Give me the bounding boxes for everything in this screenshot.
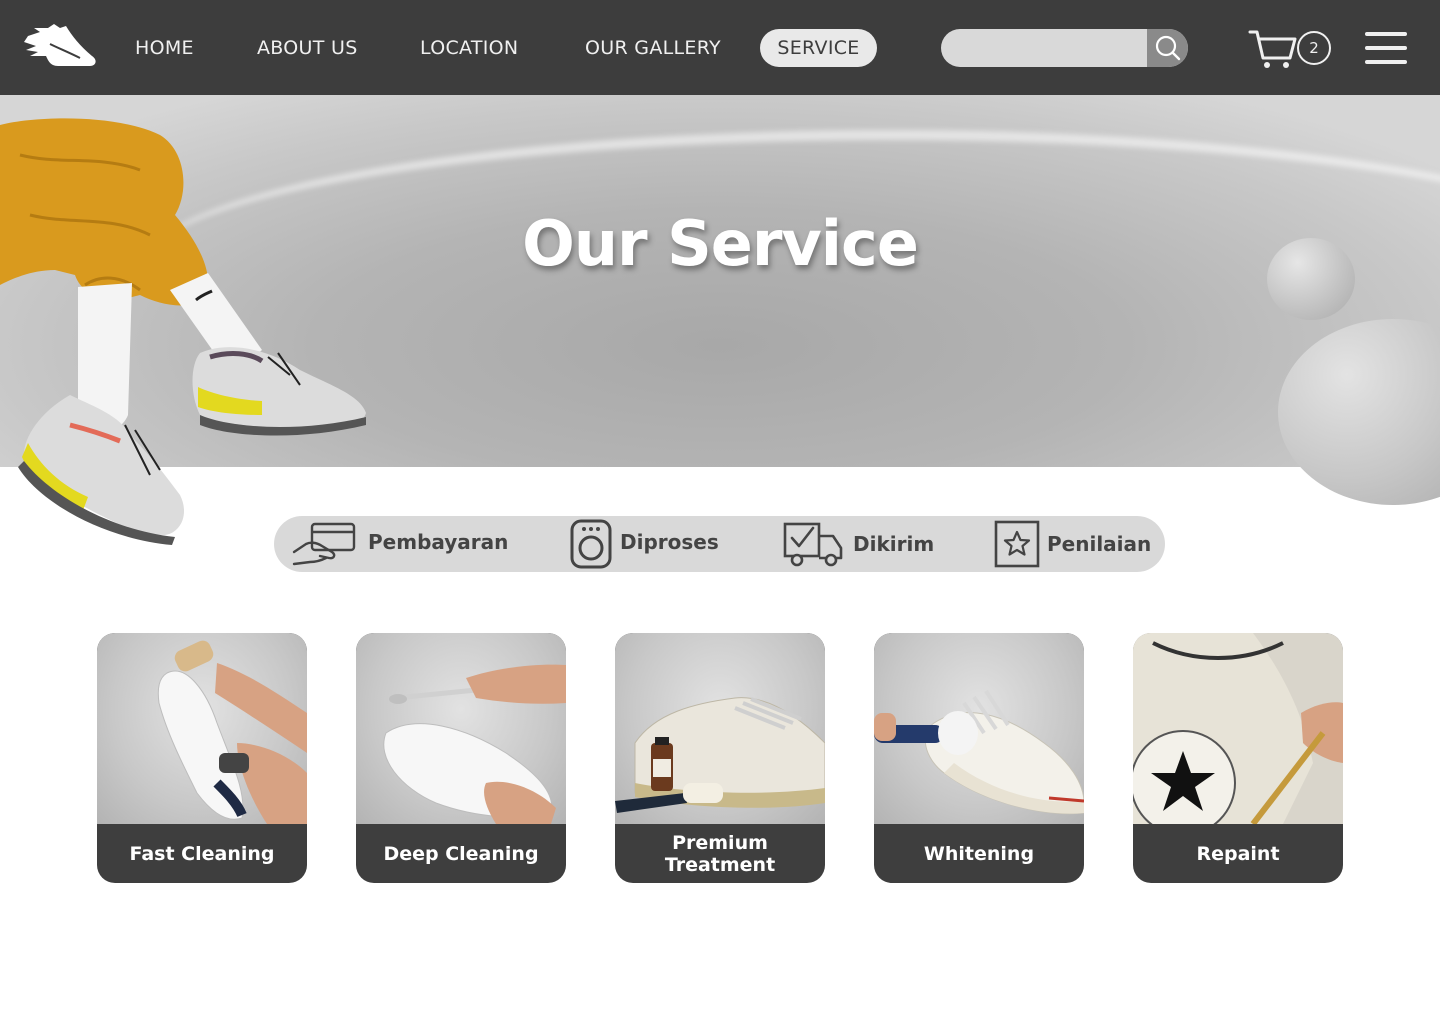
hero-sneaker-legs-image <box>0 118 366 545</box>
service-label: Whitening <box>923 842 1035 865</box>
service-card-premium-treatment[interactable]: Premium Treatment <box>615 633 825 883</box>
brand-logo[interactable] <box>24 22 98 70</box>
menu-line-icon <box>1365 46 1407 50</box>
service-card-repaint[interactable]: Repaint <box>1133 633 1343 883</box>
step-label-diproses: Diproses <box>620 530 719 554</box>
service-card-whitening[interactable]: Whitening <box>874 633 1084 883</box>
shopping-cart-icon[interactable] <box>1248 28 1298 70</box>
nav-about-us[interactable]: ABOUT US <box>257 36 358 60</box>
order-steps-bar: Pembayaran Diproses Dikirim Penilaian <box>274 516 1165 572</box>
service-card-fast-cleaning[interactable]: Fast Cleaning <box>97 633 307 883</box>
card-payment-icon <box>292 522 356 566</box>
service-image-deep-cleaning <box>356 633 566 824</box>
top-navigation-bar: HOME ABOUT US LOCATION OUR GALLERY SERVI… <box>0 0 1440 95</box>
step-label-dikirim: Dikirim <box>853 532 935 556</box>
service-image-whitening <box>874 633 1084 824</box>
hamburger-menu-button[interactable] <box>1365 30 1409 66</box>
service-label: Premium Treatment <box>664 831 776 876</box>
menu-line-icon <box>1365 60 1407 64</box>
search-button[interactable] <box>1147 29 1188 67</box>
nav-our-gallery[interactable]: OUR GALLERY <box>585 36 721 60</box>
menu-line-icon <box>1365 32 1407 36</box>
step-label-pembayaran: Pembayaran <box>368 530 509 554</box>
service-label: Deep Cleaning <box>383 842 539 865</box>
washing-machine-icon <box>570 519 612 569</box>
search-input[interactable] <box>941 29 1147 67</box>
step-label-penilaian: Penilaian <box>1047 532 1152 556</box>
service-label: Fast Cleaning <box>129 842 275 865</box>
delivery-truck-icon <box>783 522 843 567</box>
service-image-fast-cleaning <box>97 633 307 824</box>
service-card-deep-cleaning[interactable]: Deep Cleaning <box>356 633 566 883</box>
search-bar <box>941 29 1188 67</box>
star-rating-icon <box>994 520 1040 568</box>
nav-home[interactable]: HOME <box>135 36 194 60</box>
nav-service-active[interactable]: SERVICE <box>760 29 877 67</box>
search-icon <box>1155 35 1181 61</box>
service-label: Repaint <box>1196 842 1280 865</box>
cart-count-badge[interactable]: 2 <box>1297 31 1331 65</box>
nav-location[interactable]: LOCATION <box>420 36 518 60</box>
service-image-repaint <box>1133 633 1343 824</box>
decorative-bubble-small <box>1267 238 1355 320</box>
service-image-premium-treatment <box>615 633 825 824</box>
